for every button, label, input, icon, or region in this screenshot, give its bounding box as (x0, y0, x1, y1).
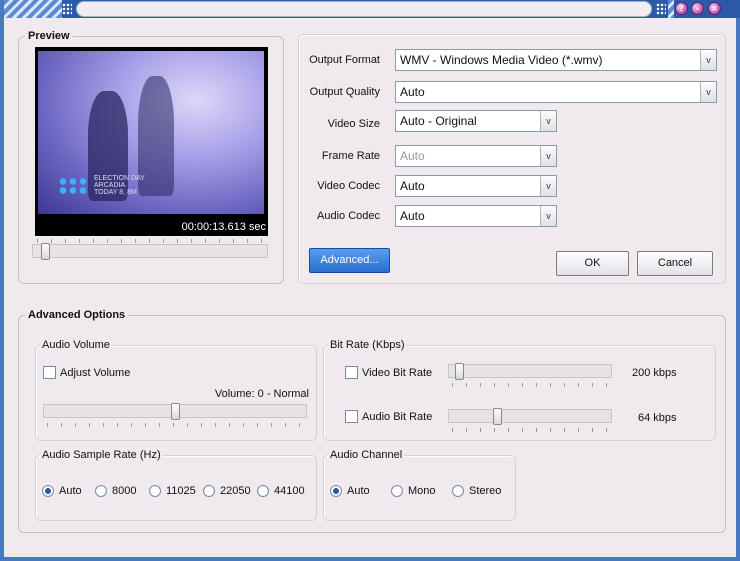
channel-auto-radio[interactable]: Auto (330, 485, 370, 497)
chevron-down-icon[interactable]: v (540, 111, 556, 131)
video-codec-select[interactable]: Auto v (395, 175, 557, 197)
video-size-select[interactable]: Auto - Original v (395, 110, 557, 132)
audio-codec-select[interactable]: Auto v (395, 205, 557, 227)
seek-ticks (37, 239, 265, 243)
seek-slider[interactable] (32, 243, 268, 260)
audio-bit-rate-thumb[interactable] (493, 408, 502, 425)
sample-rate-label: Audio Sample Rate (Hz) (40, 449, 163, 461)
preview-legend: Preview (28, 30, 70, 42)
ok-button[interactable]: OK (556, 251, 629, 276)
audio-bit-rate-slider[interactable] (448, 408, 612, 425)
sample-rate-44100-radio[interactable]: 44100 (257, 485, 305, 497)
advanced-options-legend: Advanced Options (28, 309, 126, 321)
seek-slider-thumb[interactable] (41, 243, 50, 260)
chevron-down-icon[interactable]: v (540, 146, 556, 166)
advanced-button[interactable]: Advanced... (309, 248, 390, 273)
minimize-icon[interactable]: – (691, 2, 704, 15)
audio-codec-label: Audio Codec (317, 210, 380, 222)
audio-bit-rate-value: 64 kbps (638, 412, 677, 424)
grip-icon (62, 3, 72, 15)
audio-bit-rate-checkbox[interactable]: Audio Bit Rate (345, 410, 432, 423)
radio-icon[interactable] (391, 485, 403, 497)
video-bit-rate-ticks (452, 383, 610, 387)
sample-rate-8000-radio[interactable]: 8000 (95, 485, 136, 497)
radio-icon[interactable] (149, 485, 161, 497)
sample-rate-auto-radio[interactable]: Auto (42, 485, 82, 497)
channel-logo-icon (58, 177, 88, 195)
video-bit-rate-checkbox[interactable]: Video Bit Rate (345, 366, 432, 379)
volume-slider[interactable] (43, 403, 307, 420)
chevron-down-icon[interactable]: v (700, 82, 716, 102)
title-bar-decoration (668, 0, 674, 18)
chevron-down-icon[interactable]: v (540, 206, 556, 226)
video-bit-rate-value: 200 kbps (632, 367, 677, 379)
help-icon[interactable]: ? (675, 2, 688, 15)
radio-icon[interactable] (203, 485, 215, 497)
video-size-label: Video Size (327, 118, 380, 130)
timecode: 00:00:13.613 sec (181, 221, 266, 233)
chevron-down-icon[interactable]: v (700, 50, 716, 70)
converter-window: ? – × Preview ELECTION DAY ARCADIA TODAY… (0, 0, 740, 561)
audio-volume-label: Audio Volume (40, 339, 112, 351)
title-bar-decoration (4, 0, 62, 18)
radio-icon[interactable] (95, 485, 107, 497)
title-bar[interactable]: ? – × (4, 0, 740, 18)
radio-selected-icon[interactable] (42, 485, 54, 497)
output-quality-label: Output Quality (309, 86, 380, 98)
title-field (76, 1, 652, 17)
video-frame: ELECTION DAY ARCADIA TODAY 8, 8M (38, 51, 264, 214)
checkbox-icon[interactable] (43, 366, 56, 379)
chevron-down-icon[interactable]: v (540, 176, 556, 196)
channel-mono-radio[interactable]: Mono (391, 485, 436, 497)
cancel-button[interactable]: Cancel (637, 251, 713, 276)
video-caption: ELECTION DAY ARCADIA TODAY 8, 8M (94, 175, 145, 196)
frame-rate-select[interactable]: Auto v (395, 145, 557, 167)
output-quality-select[interactable]: Auto v (395, 81, 717, 103)
channel-stereo-radio[interactable]: Stereo (452, 485, 501, 497)
checkbox-icon[interactable] (345, 366, 358, 379)
checkbox-icon[interactable] (345, 410, 358, 423)
frame-rate-label: Frame Rate (321, 150, 380, 162)
volume-ticks (47, 423, 305, 427)
output-format-select[interactable]: WMV - Windows Media Video (*.wmv) v (395, 49, 717, 71)
output-format-label: Output Format (309, 54, 380, 66)
volume-readout: Volume: 0 - Normal (214, 388, 309, 400)
bit-rate-label: Bit Rate (Kbps) (328, 339, 407, 351)
video-codec-label: Video Codec (317, 180, 380, 192)
sample-rate-11025-radio[interactable]: 11025 (149, 485, 196, 497)
radio-icon[interactable] (257, 485, 269, 497)
audio-channel-label: Audio Channel (328, 449, 405, 461)
sample-rate-22050-radio[interactable]: 22050 (203, 485, 251, 497)
grip-icon (656, 3, 666, 15)
adjust-volume-checkbox[interactable]: Adjust Volume (43, 366, 130, 379)
audio-bit-rate-ticks (452, 428, 610, 432)
radio-icon[interactable] (452, 485, 464, 497)
video-bit-rate-slider[interactable] (448, 363, 612, 380)
volume-slider-thumb[interactable] (171, 403, 180, 420)
radio-selected-icon[interactable] (330, 485, 342, 497)
bit-rate-group (323, 345, 716, 441)
close-icon[interactable]: × (708, 2, 721, 15)
video-preview: ELECTION DAY ARCADIA TODAY 8, 8M 00:00:1… (35, 47, 268, 236)
video-bit-rate-thumb[interactable] (455, 363, 464, 380)
